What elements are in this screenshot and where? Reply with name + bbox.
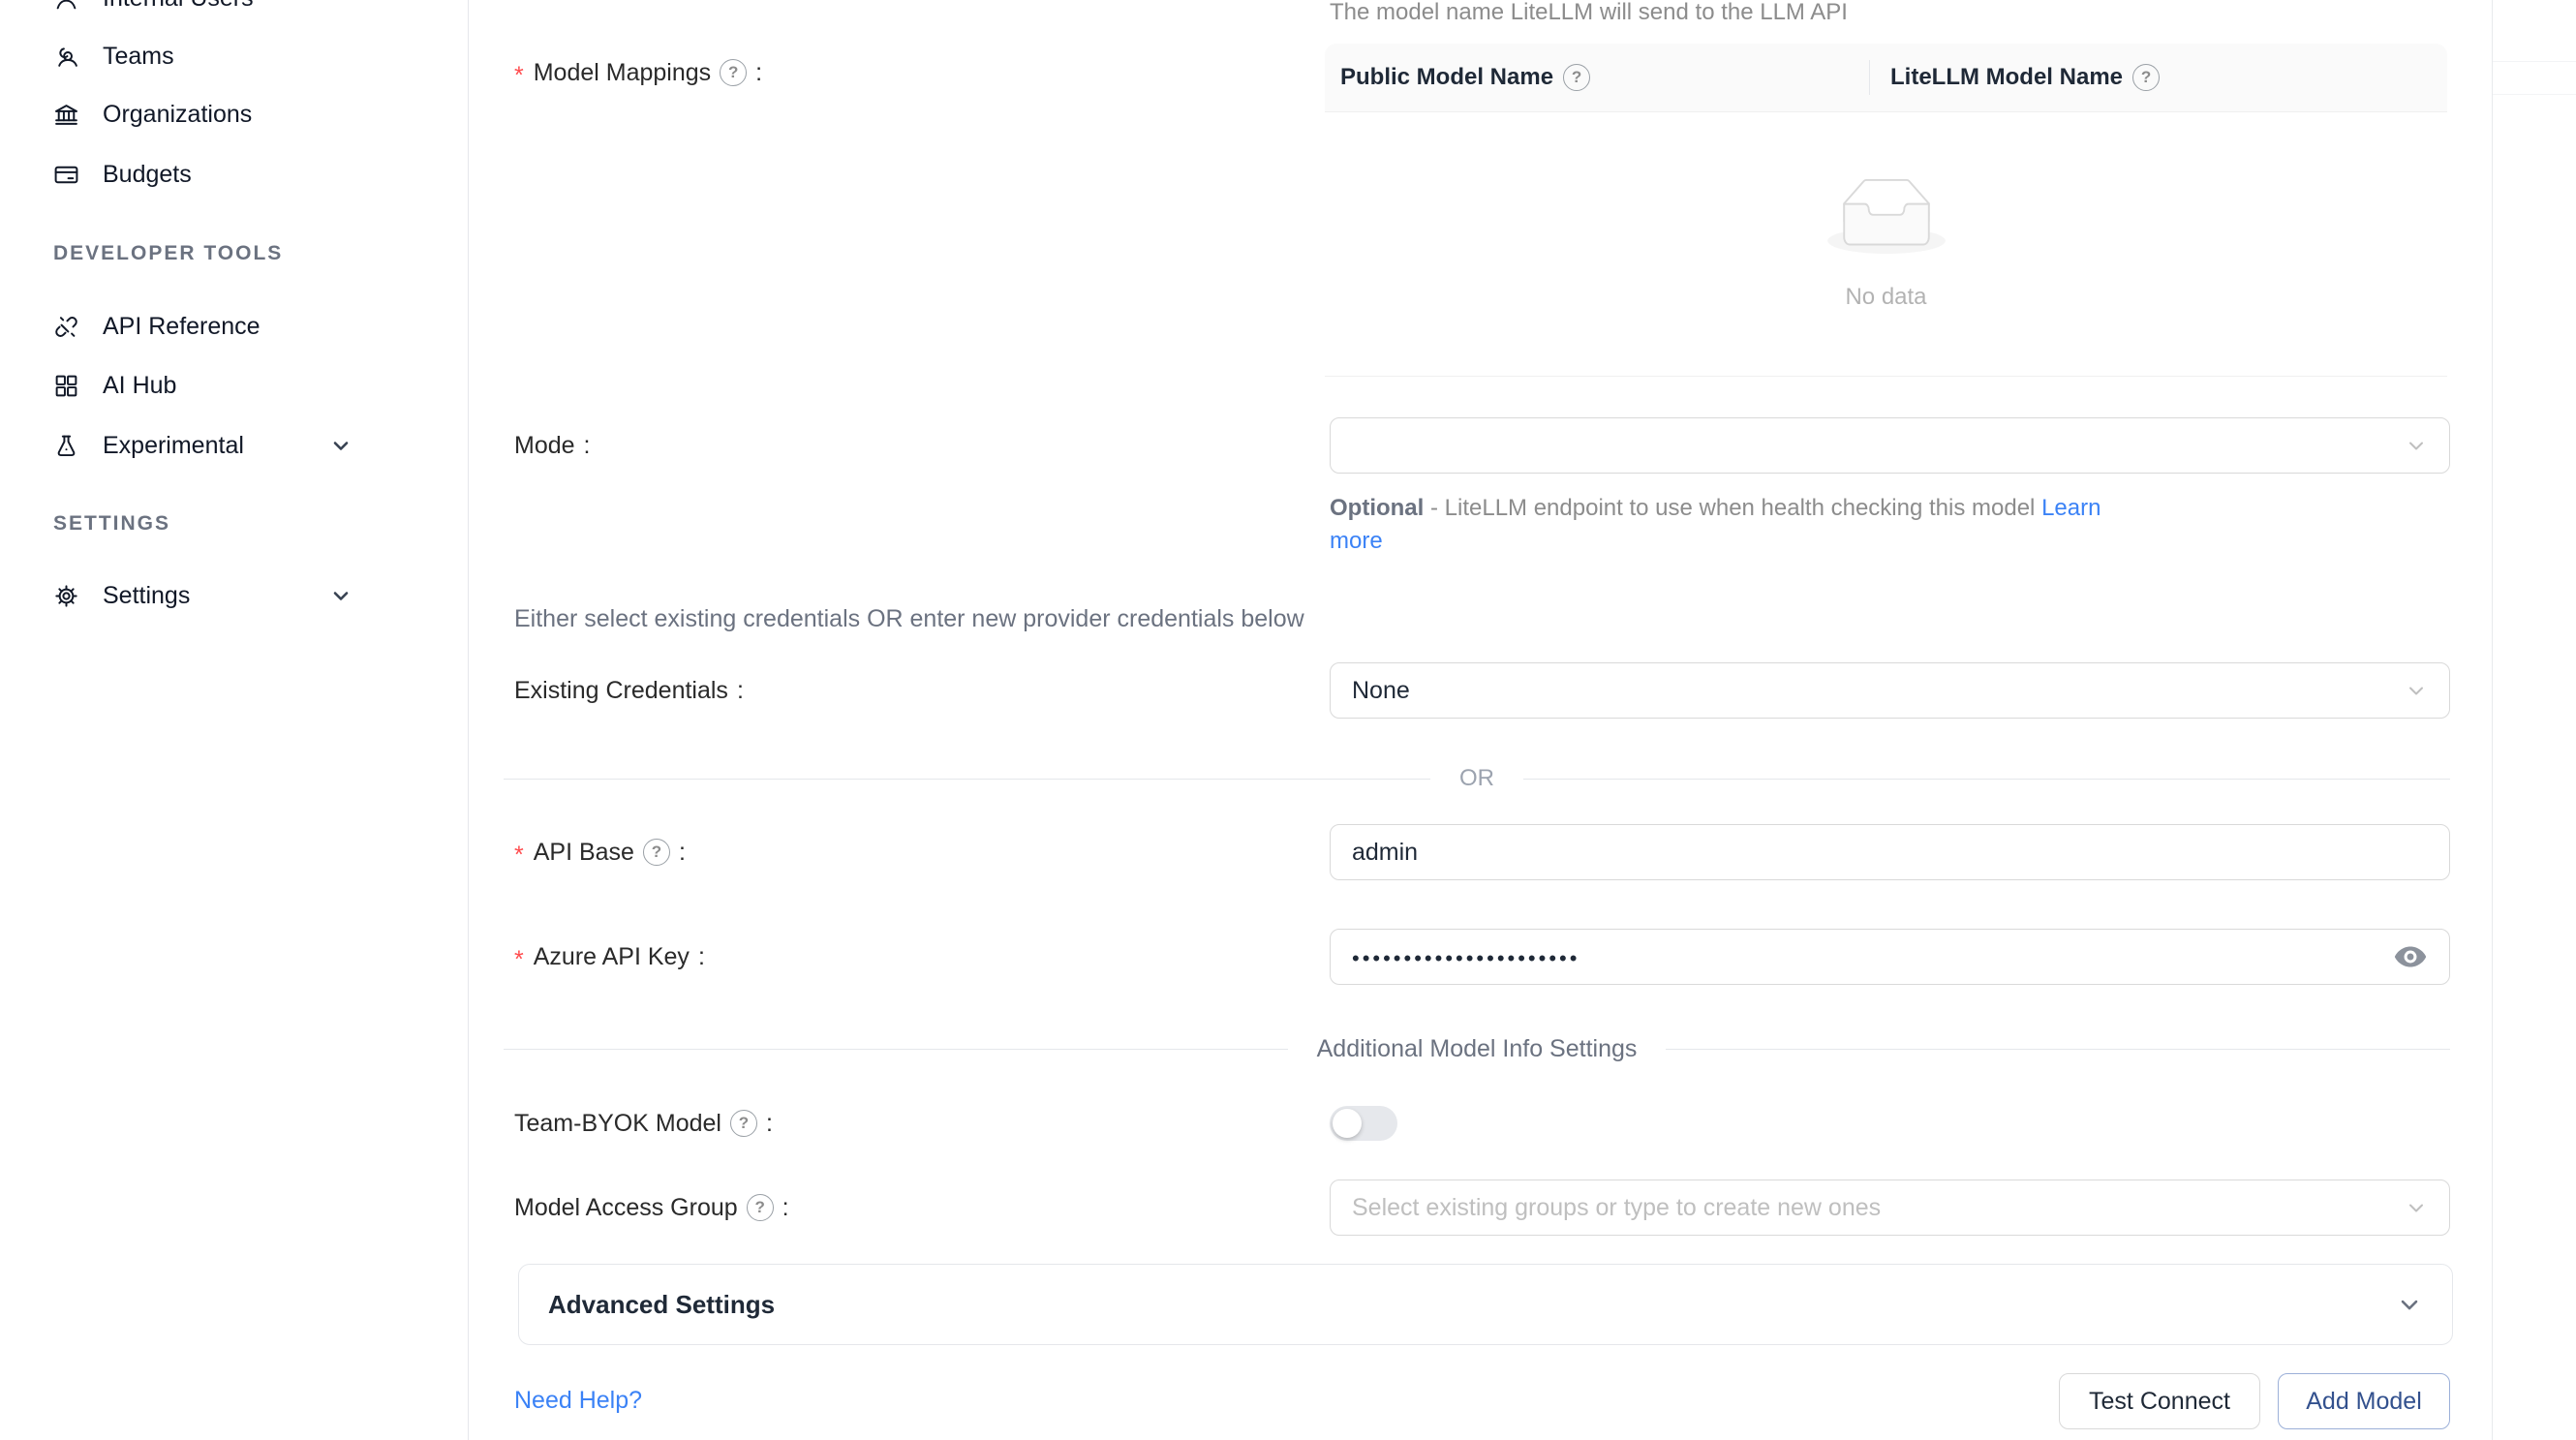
masked-api-key: •••••••••••••••••••••• <box>1352 946 1579 971</box>
empty-box-icon <box>1827 178 1946 254</box>
or-divider: OR <box>504 764 2450 793</box>
learn-more-link[interactable]: Learn <box>2041 495 2101 521</box>
model-name-helper-text: The model name LiteLLM will send to the … <box>1330 0 1848 29</box>
help-question-icon[interactable]: ? <box>2132 64 2160 91</box>
sidebar-item-experimental[interactable]: Experimental <box>0 417 445 474</box>
sidebar-section-developer-tools: DEVELOPER TOOLS <box>53 242 283 265</box>
required-asterisk: * <box>514 62 524 90</box>
chevron-down-icon <box>2405 679 2428 702</box>
no-data-text: No data <box>1827 284 1946 311</box>
sidebar-item-label: Organizations <box>103 101 252 129</box>
credit-card-icon <box>53 162 79 188</box>
help-question-icon[interactable]: ? <box>747 1194 774 1221</box>
table-header: Public Model Name ? LiteLLM Model Name ? <box>1325 44 2447 112</box>
azure-api-key-input[interactable]: •••••••••••••••••••••• <box>1330 929 2450 985</box>
help-question-icon[interactable]: ? <box>730 1110 757 1137</box>
sidebar-item-label: Budgets <box>103 161 192 189</box>
help-question-icon[interactable]: ? <box>1563 64 1590 91</box>
model-access-group-label: Model Access Group ? : <box>514 1180 789 1236</box>
column-public-model-name: Public Model Name ? <box>1325 64 1869 91</box>
chevron-down-icon <box>329 584 353 607</box>
api-base-label: * API Base ? : <box>514 824 686 880</box>
column-litellm-model-name: LiteLLM Model Name ? <box>1870 64 2447 91</box>
mode-helper-text: Optional - LiteLLM endpoint to use when … <box>1330 492 2182 558</box>
credentials-note: Either select existing credentials OR en… <box>514 602 1304 635</box>
learn-more-link[interactable]: more <box>1330 528 1383 554</box>
sidebar-item-settings[interactable]: Settings <box>0 567 445 624</box>
test-connect-button[interactable]: Test Connect <box>2059 1373 2260 1429</box>
mode-select[interactable] <box>1330 417 2450 474</box>
add-model-button[interactable]: Add Model <box>2278 1373 2450 1429</box>
chevron-down-icon <box>329 434 353 457</box>
api-plug-icon <box>53 314 79 340</box>
team-byok-toggle[interactable] <box>1330 1106 1397 1141</box>
help-question-icon[interactable]: ? <box>720 59 747 86</box>
flask-icon <box>53 433 79 459</box>
sidebar-item-label: Teams <box>103 43 174 71</box>
sidebar-item-ai-hub[interactable]: AI Hub <box>0 357 445 414</box>
mode-label: Mode : <box>514 417 591 474</box>
table-empty-body: No data <box>1325 112 2447 377</box>
sidebar-item-organizations[interactable]: Organizations <box>0 86 445 142</box>
toggle-knob <box>1333 1109 1362 1138</box>
user-icon <box>53 0 79 12</box>
required-asterisk: * <box>514 946 524 974</box>
azure-api-key-label: * Azure API Key : <box>514 929 705 985</box>
need-help-link[interactable]: Need Help? <box>514 1387 642 1415</box>
sidebar-item-label: Settings <box>103 582 190 610</box>
add-model-page: Internal Users Teams Organizations Budge… <box>0 0 2576 1440</box>
gear-icon <box>53 583 79 609</box>
api-base-value: admin <box>1352 839 1418 867</box>
required-asterisk: * <box>514 842 524 870</box>
sidebar: Internal Users Teams Organizations Budge… <box>0 0 469 1440</box>
sidebar-section-settings: SETTINGS <box>53 512 170 536</box>
team-byok-label: Team-BYOK Model ? : <box>514 1095 773 1151</box>
model-access-group-select[interactable]: Select existing groups or type to create… <box>1330 1180 2450 1236</box>
faint-row-line <box>2493 94 2576 95</box>
grid-icon <box>53 373 79 399</box>
bank-icon <box>53 102 79 128</box>
existing-credentials-label: Existing Credentials : <box>514 662 744 719</box>
advanced-settings-panel[interactable]: Advanced Settings <box>518 1264 2453 1345</box>
sidebar-item-label: Internal Users <box>103 0 254 13</box>
users-icon <box>53 44 79 70</box>
sidebar-item-teams[interactable]: Teams <box>0 28 445 84</box>
existing-credentials-value: None <box>1352 677 1410 705</box>
faint-row-line <box>2493 61 2576 62</box>
additional-settings-divider: Additional Model Info Settings <box>504 1034 2450 1063</box>
sidebar-item-internal-users[interactable]: Internal Users <box>0 0 445 26</box>
model-access-group-placeholder: Select existing groups or type to create… <box>1352 1194 1881 1222</box>
eye-icon[interactable] <box>2393 942 2428 971</box>
api-base-input[interactable]: admin <box>1330 824 2450 880</box>
right-panel-divider <box>2492 0 2493 1440</box>
help-question-icon[interactable]: ? <box>643 839 670 866</box>
empty-state: No data <box>1827 178 1946 311</box>
sidebar-item-label: API Reference <box>103 313 261 341</box>
chevron-down-icon <box>2396 1291 2423 1318</box>
chevron-down-icon <box>2405 434 2428 457</box>
advanced-settings-title: Advanced Settings <box>548 1290 775 1320</box>
chevron-down-icon <box>2405 1196 2428 1219</box>
sidebar-item-api-reference[interactable]: API Reference <box>0 298 445 354</box>
existing-credentials-select[interactable]: None <box>1330 662 2450 719</box>
sidebar-item-label: Experimental <box>103 432 244 460</box>
model-mappings-label: * Model Mappings ? : <box>514 45 762 101</box>
sidebar-item-budgets[interactable]: Budgets <box>0 146 445 202</box>
sidebar-item-label: AI Hub <box>103 372 176 400</box>
model-mappings-table: Public Model Name ? LiteLLM Model Name ? <box>1325 44 2447 377</box>
